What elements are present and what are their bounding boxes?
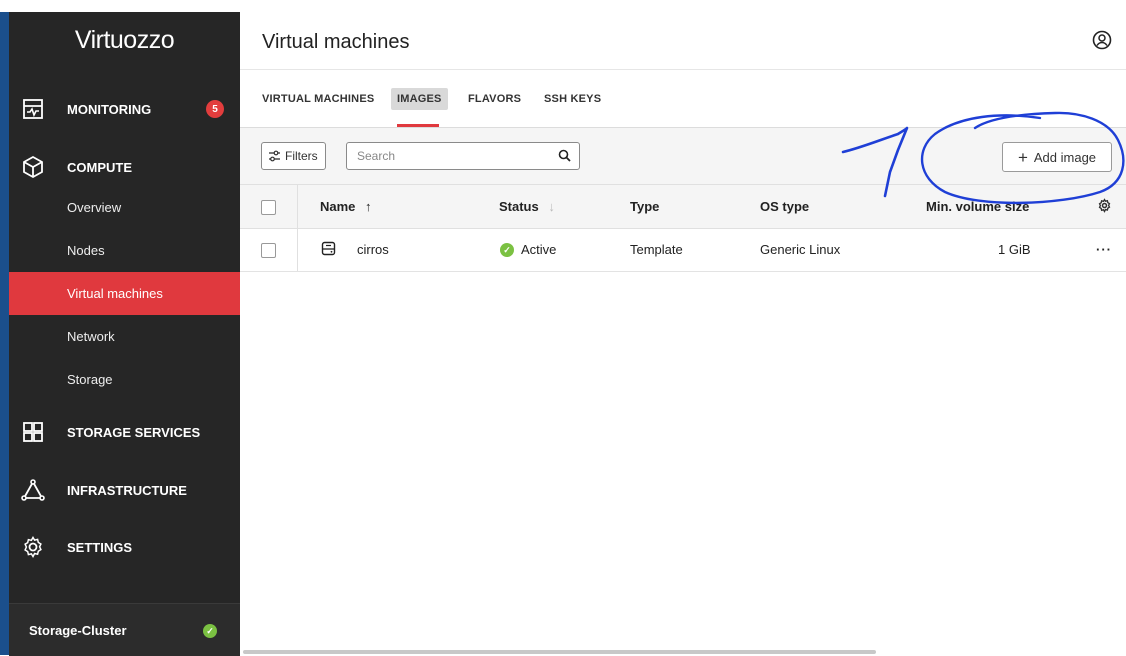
sidebar-item-label: Storage (67, 372, 113, 387)
column-min-volume-size[interactable]: Min. volume size (926, 199, 1029, 214)
sidebar-item-label: Overview (67, 200, 122, 215)
nav-settings[interactable]: SETTINGS (9, 527, 240, 567)
tab-images[interactable]: IMAGES (391, 88, 448, 110)
sidebar-item-label: Nodes (67, 243, 105, 258)
active-status-icon: ✓ (500, 243, 514, 257)
image-disk-icon (321, 241, 336, 256)
image-name[interactable]: cirros (357, 242, 389, 257)
tab-bar: VIRTUAL MACHINES IMAGES FLAVORS SSH KEYS (240, 70, 1126, 128)
column-status-label: Status (499, 199, 539, 214)
page-title: Virtual machines (262, 31, 410, 53)
nav-monitoring-label: MONITORING (67, 101, 152, 117)
image-type: Template (630, 242, 683, 257)
sidebar-item-storage[interactable]: Storage (9, 358, 240, 401)
cube-icon (23, 155, 43, 179)
row-actions-menu[interactable]: ··· (1096, 242, 1112, 257)
sidebar-item-overview[interactable]: Overview (9, 186, 240, 229)
column-name[interactable]: Name ↑ (320, 199, 372, 214)
table-row[interactable]: cirros ✓ Active Template Generic Linux 1… (240, 229, 1126, 272)
add-image-label: Add image (1033, 149, 1097, 165)
sidebar-item-nodes[interactable]: Nodes (9, 229, 240, 272)
sidebar-item-network[interactable]: Network (9, 315, 240, 358)
column-name-label: Name (320, 199, 356, 214)
column-divider (297, 185, 298, 228)
sort-up-arrow-icon: ↑ (365, 199, 372, 214)
cluster-status[interactable]: Storage-Cluster ✓ (9, 603, 240, 656)
sidebar-item-virtual-machines[interactable]: Virtual machines (9, 272, 240, 315)
sidebar-item-label: Network (67, 329, 115, 344)
filters-button[interactable]: Filters (261, 142, 326, 170)
image-status: Active (521, 242, 557, 257)
sliders-icon (269, 150, 280, 162)
sort-down-arrow-icon: ↓ (548, 199, 555, 214)
plus-icon: + (1017, 147, 1028, 167)
virtuozzo-logo: Virtuozzo (74, 26, 175, 54)
nav-infrastructure[interactable]: INFRASTRUCTURE (9, 470, 240, 510)
table-header: Name ↑ Status ↓ Type OS type Min. volume… (240, 185, 1126, 229)
image-min-volume-size: 1 GiB (998, 242, 1031, 257)
nav-monitoring[interactable]: MONITORING 5 (9, 89, 240, 129)
search-icon (558, 149, 571, 162)
user-icon[interactable] (1092, 30, 1112, 50)
select-all-checkbox[interactable] (261, 200, 276, 215)
image-os-type: Generic Linux (760, 242, 841, 257)
add-image-button[interactable]: + Add image (1002, 142, 1112, 172)
monitoring-icon (23, 99, 43, 119)
column-status[interactable]: Status ↓ (499, 199, 555, 214)
alerts-badge: 5 (206, 100, 224, 118)
toolbar: Filters + Add image (240, 128, 1126, 185)
column-divider (297, 229, 298, 271)
nav-storage-services-label: STORAGE SERVICES (67, 424, 201, 440)
sidebar-item-label: Virtual machines (67, 286, 163, 301)
filters-label: Filters (285, 149, 318, 163)
triangle-nodes-icon (21, 479, 45, 501)
nav-settings-label: SETTINGS (67, 539, 133, 555)
nav-storage-services[interactable]: STORAGE SERVICES (9, 412, 240, 452)
gear-icon (24, 536, 42, 559)
search-input[interactable] (355, 148, 549, 164)
row-checkbox[interactable] (261, 243, 276, 258)
sidebar: Virtuozzo MONITORING 5 COMPUTE Overview … (9, 12, 240, 656)
grid-icon (23, 422, 43, 442)
nav-infrastructure-label: INFRASTRUCTURE (67, 482, 187, 498)
page-header: Virtual machines (240, 12, 1126, 70)
cluster-name: Storage-Cluster (29, 623, 127, 638)
cluster-ok-icon: ✓ (203, 624, 217, 638)
window-edge (0, 12, 9, 655)
column-settings-gear-icon[interactable] (1097, 198, 1112, 213)
nav-compute[interactable]: COMPUTE (9, 147, 240, 187)
tab-ssh-keys[interactable]: SSH KEYS (538, 88, 607, 110)
tab-flavors[interactable]: FLAVORS (462, 88, 527, 110)
active-tab-indicator (397, 124, 439, 127)
column-type[interactable]: Type (630, 199, 659, 214)
horizontal-scrollbar[interactable] (243, 650, 876, 654)
nav-compute-label: COMPUTE (67, 159, 132, 175)
column-os-type[interactable]: OS type (760, 199, 809, 214)
search-box[interactable] (346, 142, 580, 170)
tab-virtual-machines[interactable]: VIRTUAL MACHINES (256, 88, 380, 110)
